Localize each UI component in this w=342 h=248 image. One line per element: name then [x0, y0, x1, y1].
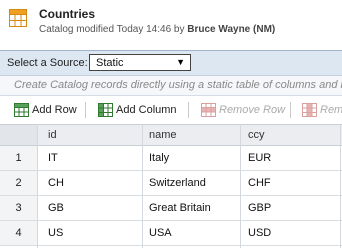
cell-ccy[interactable]: GBP	[248, 196, 271, 220]
row-number: 3	[0, 196, 37, 220]
dropdown-arrow-icon: ▼	[176, 57, 185, 67]
add-row-icon	[14, 103, 29, 117]
column-header-name[interactable]: name	[149, 125, 229, 145]
page-title: Countries	[39, 7, 96, 21]
column-header-ccy[interactable]: ccy	[248, 125, 338, 145]
row-number-header	[0, 125, 37, 145]
table-header-row: id name ccy	[0, 124, 342, 146]
catalog-grid-icon	[9, 9, 27, 27]
source-label: Select a Source:	[7, 57, 88, 69]
modified-text: Catalog modified Today 14:46 by	[39, 24, 185, 35]
column-header-id[interactable]: id	[48, 125, 138, 145]
toolbar-divider	[85, 102, 86, 118]
row-number: 1	[0, 146, 37, 170]
catalog-table: id name ccy 1 IT Italy EUR 2 CH Switzerl…	[0, 124, 342, 248]
table-row[interactable]: 2 CH Switzerland CHF	[0, 171, 342, 196]
row-number: 4	[0, 221, 37, 245]
column-divider	[340, 124, 341, 248]
toolbar-divider	[188, 102, 189, 118]
source-hint: Create Catalog records directly using a …	[0, 76, 342, 96]
table-toolbar: Add Row Add Column Remove Row Rem	[0, 96, 342, 124]
cell-ccy[interactable]: EUR	[248, 146, 271, 170]
remove-row-label: Remove Row	[219, 104, 286, 116]
cell-id[interactable]: US	[48, 221, 63, 245]
cell-name[interactable]: Italy	[149, 146, 169, 170]
toolbar-divider	[290, 102, 291, 118]
modified-info: Catalog modified Today 14:46 by Bruce Wa…	[39, 24, 275, 35]
catalog-header: Countries Catalog modified Today 14:46 b…	[0, 0, 342, 42]
cell-ccy[interactable]: USD	[248, 221, 271, 245]
hint-text: Create Catalog records directly using a …	[14, 79, 342, 91]
column-divider	[240, 124, 241, 248]
source-select[interactable]: Static ▼	[89, 54, 191, 71]
remove-row-icon	[201, 103, 216, 117]
table-row[interactable]: 1 IT Italy EUR	[0, 146, 342, 171]
column-divider	[37, 124, 38, 248]
cell-ccy[interactable]: CHF	[248, 171, 271, 195]
cell-name[interactable]: USA	[149, 221, 172, 245]
cell-name[interactable]: Great Britain	[149, 196, 211, 220]
cell-id[interactable]: IT	[48, 146, 58, 170]
row-number: 2	[0, 171, 37, 195]
add-column-label: Add Column	[116, 104, 177, 116]
column-divider	[142, 124, 143, 248]
remove-column-label: Rem	[320, 104, 342, 116]
table-row[interactable]: 4 US USA USD	[0, 221, 342, 246]
cell-id[interactable]: GB	[48, 196, 64, 220]
add-row-label: Add Row	[32, 104, 77, 116]
modified-user: Bruce Wayne (NM)	[187, 24, 276, 35]
source-selected-value: Static	[96, 57, 124, 69]
table-row[interactable]: 3 GB Great Britain GBP	[0, 196, 342, 221]
add-column-icon	[98, 103, 113, 117]
remove-column-icon	[302, 103, 317, 117]
cell-id[interactable]: CH	[48, 171, 64, 195]
cell-name[interactable]: Switzerland	[149, 171, 206, 195]
source-bar: Select a Source: Static ▼	[0, 50, 342, 76]
